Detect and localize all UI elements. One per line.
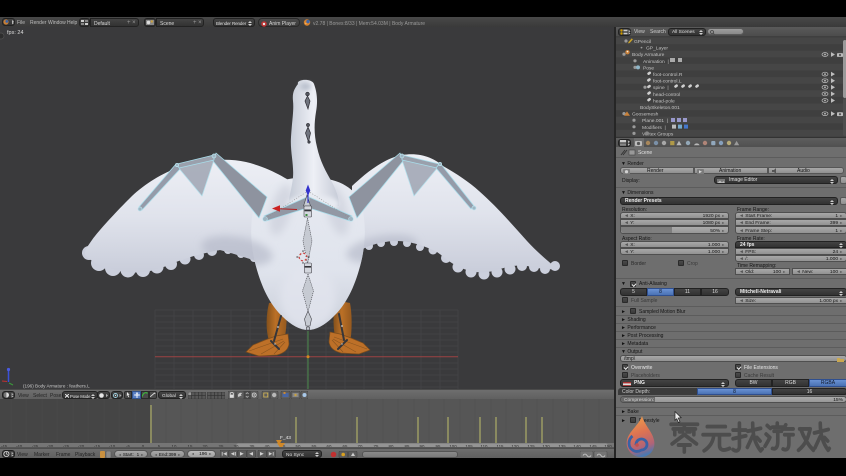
svg-text:foot-control.L: foot-control.L [653, 79, 682, 85]
svg-text:-40: -40 [16, 444, 23, 447]
svg-text:foot-control.R: foot-control.R [653, 72, 683, 78]
svg-text:75: 75 [374, 444, 379, 447]
svg-text:110: 110 [481, 444, 489, 447]
svg-text:-25: -25 [63, 444, 70, 447]
svg-text:-20: -20 [78, 444, 85, 447]
svg-text:125: 125 [527, 444, 535, 447]
svg-text:Body Armature: Body Armature [632, 52, 665, 58]
svg-text:85: 85 [405, 444, 410, 447]
svg-text:115: 115 [497, 444, 505, 447]
svg-text:140: 140 [573, 444, 581, 447]
svg-text:145: 145 [589, 444, 597, 447]
svg-text:130: 130 [542, 444, 550, 447]
svg-text:25: 25 [219, 444, 224, 447]
svg-text:120: 120 [511, 444, 519, 447]
svg-text:70: 70 [358, 444, 363, 447]
svg-text:head-control: head-control [653, 92, 680, 98]
svg-text:105: 105 [465, 444, 473, 447]
svg-text:Pose: Pose [643, 65, 654, 71]
svg-text:GPencil: GPencil [634, 39, 651, 45]
svg-text:-35: -35 [32, 444, 39, 447]
svg-text:90: 90 [420, 444, 425, 447]
svg-text:-5: -5 [126, 444, 130, 447]
svg-text:GP_Layer: GP_Layer [646, 46, 668, 52]
svg-text:50: 50 [296, 444, 301, 447]
svg-text:65: 65 [343, 444, 348, 447]
svg-text:BodySkeleton.001: BodySkeleton.001 [640, 105, 680, 111]
svg-text:fps: 24: fps: 24 [7, 30, 24, 36]
svg-text:20: 20 [203, 444, 208, 447]
svg-text:100: 100 [449, 444, 457, 447]
svg-text:-10: -10 [109, 444, 116, 447]
svg-text:135: 135 [558, 444, 566, 447]
svg-text:55: 55 [312, 444, 317, 447]
svg-text:35: 35 [250, 444, 255, 447]
svg-text:95: 95 [436, 444, 441, 447]
svg-text:30: 30 [234, 444, 239, 447]
svg-text:40: 40 [265, 444, 270, 447]
svg-text:-15: -15 [94, 444, 101, 447]
svg-text:15: 15 [188, 444, 193, 447]
svg-text:60: 60 [327, 444, 332, 447]
svg-text:150: 150 [604, 444, 612, 447]
svg-text:Goosemesh: Goosemesh [632, 112, 659, 118]
svg-text:80: 80 [389, 444, 394, 447]
svg-text:Animation |: Animation | [643, 59, 669, 65]
svg-text:head-pole: head-pole [653, 98, 675, 104]
svg-text:-30: -30 [47, 444, 54, 447]
svg-text:(196) Body Armature : feathers: (196) Body Armature : feathers.L [23, 384, 90, 389]
svg-text:-45: -45 [1, 444, 8, 447]
svg-text:10: 10 [172, 444, 177, 447]
svg-text:Modifiers |: Modifiers | [642, 125, 666, 131]
svg-text:spine |: spine | [653, 85, 669, 91]
svg-text:Plane.001 |: Plane.001 | [642, 118, 668, 124]
